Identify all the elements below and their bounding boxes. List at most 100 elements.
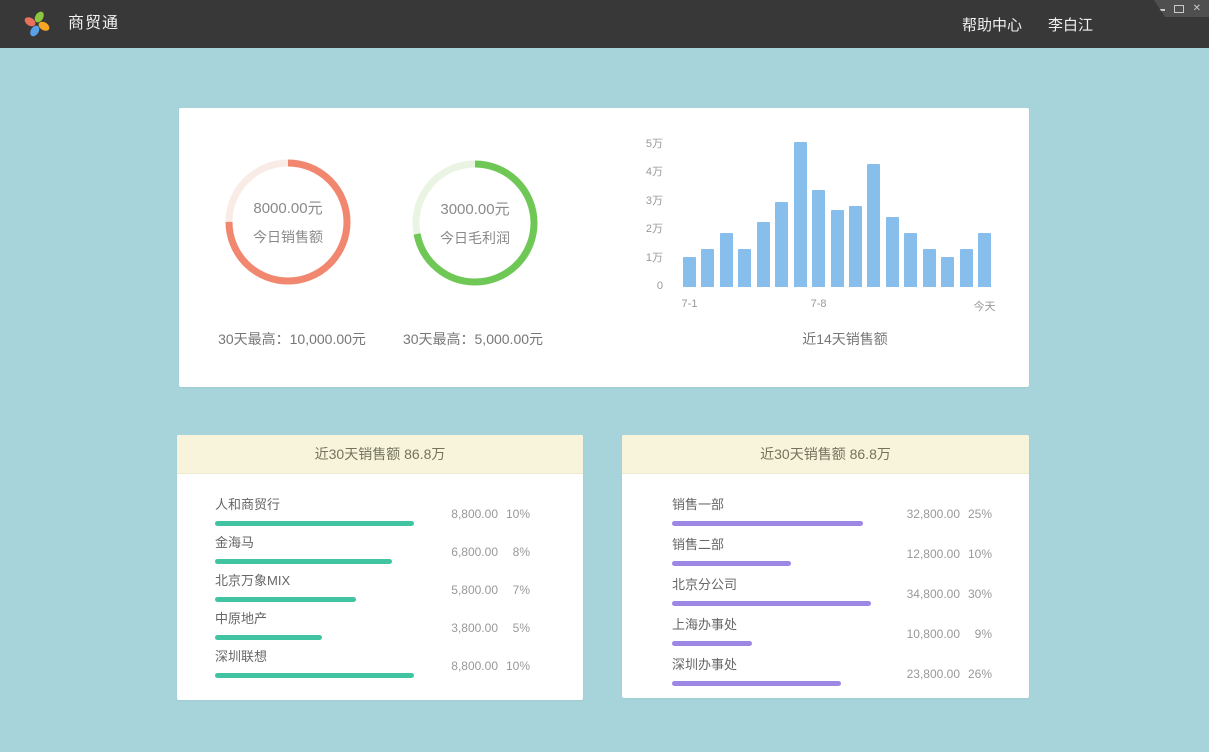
ranking-item-bar (672, 521, 863, 526)
ranking-item-values: 10,800.00 9% (882, 627, 992, 641)
chart-bar (904, 233, 917, 287)
minimize-icon[interactable] (1156, 9, 1165, 11)
chart-bar (923, 249, 936, 287)
y-axis-tick-label: 5万 (603, 139, 663, 150)
ranking-item-bar (215, 521, 414, 526)
ranking-list-item: 北京分公司 34,800.00 30% (622, 574, 1029, 599)
y-axis-tick-label: 2万 (603, 224, 663, 235)
ranking-item-percent: 26% (960, 667, 992, 681)
ranking-item-bar-track (215, 521, 414, 526)
ranking-item-bar-track (215, 597, 414, 602)
chart-bar (701, 249, 714, 287)
ranking-item-value: 8,800.00 (420, 659, 498, 673)
help-center-link[interactable]: 帮助中心 (962, 14, 1022, 35)
chart-bar (831, 210, 844, 287)
ranking-item-percent: 30% (960, 587, 992, 601)
ranking-item-bar-track (672, 561, 871, 566)
ranking-item-values: 5,800.00 7% (420, 583, 530, 597)
ranking-item-value: 34,800.00 (882, 587, 960, 601)
user-menu[interactable]: 李白江 (1048, 14, 1093, 35)
ranking-item-bar (215, 673, 414, 678)
ranking-item-values: 8,800.00 10% (420, 507, 530, 521)
ranking-item-bar-track (215, 635, 414, 640)
ranking-list-item: 人和商贸行 8,800.00 10% (177, 494, 583, 519)
y-axis-tick-label: 1万 (603, 253, 663, 264)
ranking-item-bar-track (672, 601, 871, 606)
ranking-item-value: 23,800.00 (882, 667, 960, 681)
ranking-item-percent: 7% (498, 583, 530, 597)
y-axis-tick-label: 4万 (603, 167, 663, 178)
chart-bar (683, 257, 696, 287)
chart-bar (960, 249, 973, 287)
ranking-item-values: 32,800.00 25% (882, 507, 992, 521)
today-sales-donut: 8000.00元 今日销售额 (223, 157, 353, 287)
ranking-item-bar (215, 635, 322, 640)
ranking-item-value: 32,800.00 (882, 507, 960, 521)
ranking-list-item: 中原地产 3,800.00 5% (177, 608, 583, 633)
department-ranking-title: 近30天销售额 86.8万 (622, 435, 1029, 474)
ranking-list-item: 深圳联想 8,800.00 10% (177, 646, 583, 671)
title-bar: 商贸通 帮助中心 李白江 ✕ (0, 0, 1209, 48)
ranking-item-bar (672, 641, 752, 646)
chart-bar (738, 249, 751, 287)
customer-ranking-title: 近30天销售额 86.8万 (177, 435, 583, 474)
today-sales-label: 今日销售额 (253, 227, 323, 247)
ranking-item-percent: 10% (960, 547, 992, 561)
ranking-item-value: 10,800.00 (882, 627, 960, 641)
ranking-list-item: 深圳办事处 23,800.00 26% (622, 654, 1029, 679)
chart-bar (886, 217, 899, 287)
ranking-list-item: 销售二部 12,800.00 10% (622, 534, 1029, 559)
ranking-item-value: 5,800.00 (420, 583, 498, 597)
ranking-item-bar (672, 681, 841, 686)
titlebar-nav: 帮助中心 李白江 (962, 0, 1093, 48)
y-axis-tick-label: 0 (603, 281, 663, 292)
ranking-item-bar (215, 597, 356, 602)
ranking-item-value: 8,800.00 (420, 507, 498, 521)
overview-card: 8000.00元 今日销售额 30天最高：10,000.00元 3000.00元… (179, 108, 1029, 387)
ranking-item-percent: 8% (498, 545, 530, 559)
ranking-list-item: 上海办事处 10,800.00 9% (622, 614, 1029, 639)
ranking-item-percent: 10% (498, 507, 530, 521)
ranking-item-value: 12,800.00 (882, 547, 960, 561)
bar-chart-bars (683, 145, 991, 287)
bar-chart-caption: 近14天销售额 (699, 329, 991, 349)
ranking-item-bar-track (672, 681, 871, 686)
ranking-item-value: 3,800.00 (420, 621, 498, 635)
today-profit-donut: 3000.00元 今日毛利润 (410, 158, 540, 288)
maximize-icon[interactable] (1174, 5, 1184, 13)
chart-bar (757, 222, 770, 287)
today-profit-value: 3000.00元 (440, 198, 509, 219)
ranking-item-bar (672, 601, 871, 606)
chart-bar (720, 233, 733, 287)
customer-ranking-list: 人和商贸行 8,800.00 10% 金海马 6,800.00 8% 北京万象M… (177, 474, 583, 671)
ranking-item-values: 3,800.00 5% (420, 621, 530, 635)
close-icon[interactable]: ✕ (1193, 4, 1201, 14)
ranking-list-item: 销售一部 32,800.00 25% (622, 494, 1029, 519)
chart-bar (775, 202, 788, 287)
ranking-item-values: 23,800.00 26% (882, 667, 992, 681)
chart-bar (867, 164, 880, 288)
ranking-item-values: 34,800.00 30% (882, 587, 992, 601)
chart-bar (812, 190, 825, 287)
chart-bar (849, 206, 862, 287)
ranking-item-bar (215, 559, 392, 564)
department-sales-ranking-card: 近30天销售额 86.8万 销售一部 32,800.00 25% 销售二部 12… (622, 435, 1029, 698)
y-axis-tick-label: 3万 (603, 196, 663, 207)
ranking-item-bar-track (215, 673, 414, 678)
app-title: 商贸通 (68, 0, 119, 48)
department-ranking-list: 销售一部 32,800.00 25% 销售二部 12,800.00 10% 北京… (622, 474, 1029, 679)
ranking-item-bar-track (672, 521, 871, 526)
today-profit-label: 今日毛利润 (440, 228, 510, 248)
today-profit-30day-max: 30天最高：5,000.00元 (360, 329, 586, 349)
ranking-item-bar-track (672, 641, 871, 646)
x-axis-tick-label: 7-8 (811, 298, 827, 310)
ranking-item-percent: 25% (960, 507, 992, 521)
ranking-item-percent: 9% (960, 627, 992, 641)
ranking-item-values: 8,800.00 10% (420, 659, 530, 673)
ranking-item-value: 6,800.00 (420, 545, 498, 559)
x-axis-tick-label: 今天 (974, 298, 996, 314)
ranking-item-values: 12,800.00 10% (882, 547, 992, 561)
ranking-item-percent: 5% (498, 621, 530, 635)
chart-bar (794, 142, 807, 287)
chart-bar (978, 233, 991, 287)
